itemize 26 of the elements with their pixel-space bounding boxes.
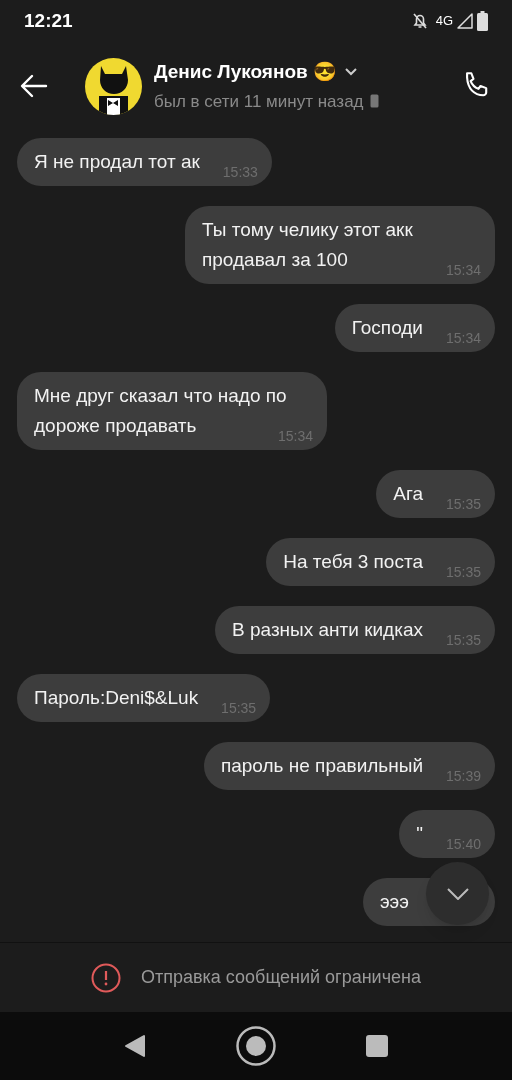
message-text: " [416,823,423,844]
signal-icon [457,13,473,29]
back-arrow-icon[interactable] [20,74,48,98]
phone-device-icon [369,94,379,109]
back-icon[interactable] [124,1034,146,1058]
message-text: пароль не правильный [220,755,423,776]
contact-name[interactable]: Денис Лукоянов 😎 [154,58,337,87]
restriction-notice: Отправка сообщений ограничена [141,966,421,989]
battery-icon [477,11,488,31]
message-text: На тебя 3 поста [283,551,423,572]
message-text: Я не продал тот ак [34,151,200,172]
chevron-down-icon[interactable] [345,68,357,77]
message-text: Пароль:Deni$&Luk [34,687,199,708]
clock-time: 12:21 [24,8,73,33]
chevron-down-icon [446,887,469,900]
warning-icon [91,962,121,993]
message-text: Ага [393,483,423,504]
message-text: эээ [379,891,409,912]
bell-off-icon [411,12,428,30]
avatar[interactable] [85,57,142,115]
home-icon[interactable] [236,1026,276,1066]
message-text: В разных анти кидках [232,619,423,640]
network-type: 4G [435,12,453,31]
last-seen-status: был в сети 11 минут назад [154,90,364,113]
message-text: Ты тому челику этот акк продавал за 100 [202,219,413,270]
message-text: Господи [351,317,423,338]
